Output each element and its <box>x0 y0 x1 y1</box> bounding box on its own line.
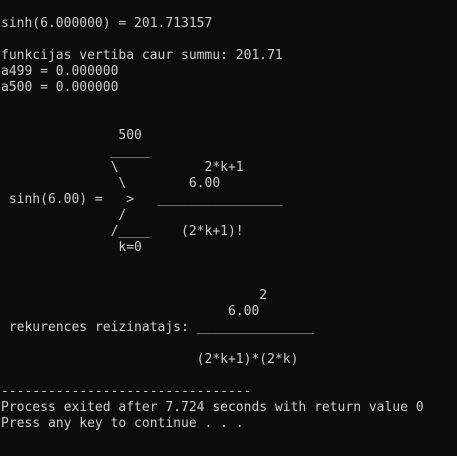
sum-numerator-exp-line: \ 2*k+1 <box>1 160 244 175</box>
separator-line: -------------------------------- <box>1 384 252 399</box>
a500-line: a500 = 0.000000 <box>1 80 119 95</box>
sum-sigma-lower-line: / <box>1 208 127 223</box>
series-result-line: funkcijas vertiba caur summu: 201.71 <box>1 48 283 63</box>
sum-lower-limit-line: k=0 <box>1 240 142 255</box>
recurrence-denominator-line: (2*k+1)*(2*k) <box>1 352 299 367</box>
sinh-result-line: sinh(6.000000) = 201.713157 <box>1 16 213 31</box>
sum-numerator-line: \ 6.00 <box>1 176 221 191</box>
recurrence-numerator-line: 6.00 <box>1 304 260 319</box>
recurrence-exp-line: 2 <box>1 288 268 303</box>
a499-line: a499 = 0.000000 <box>1 64 119 79</box>
recurrence-fraction-line: rekurences reizinatajs: _______________ <box>1 320 315 335</box>
sum-upper-limit-line: 500 <box>1 128 142 143</box>
press-any-key-line: Press any key to continue . . . <box>1 416 244 431</box>
sum-denominator-line: /____ (2*k+1)! <box>1 224 244 239</box>
sum-fraction-line: sinh(6.00) = > ________________ <box>1 192 283 207</box>
sum-sigma-top-line: _____ <box>1 144 150 159</box>
process-exit-line: Process exited after 7.724 seconds with … <box>1 400 424 415</box>
console-output: sinh(6.000000) = 201.713157 funkcijas ve… <box>0 0 457 456</box>
